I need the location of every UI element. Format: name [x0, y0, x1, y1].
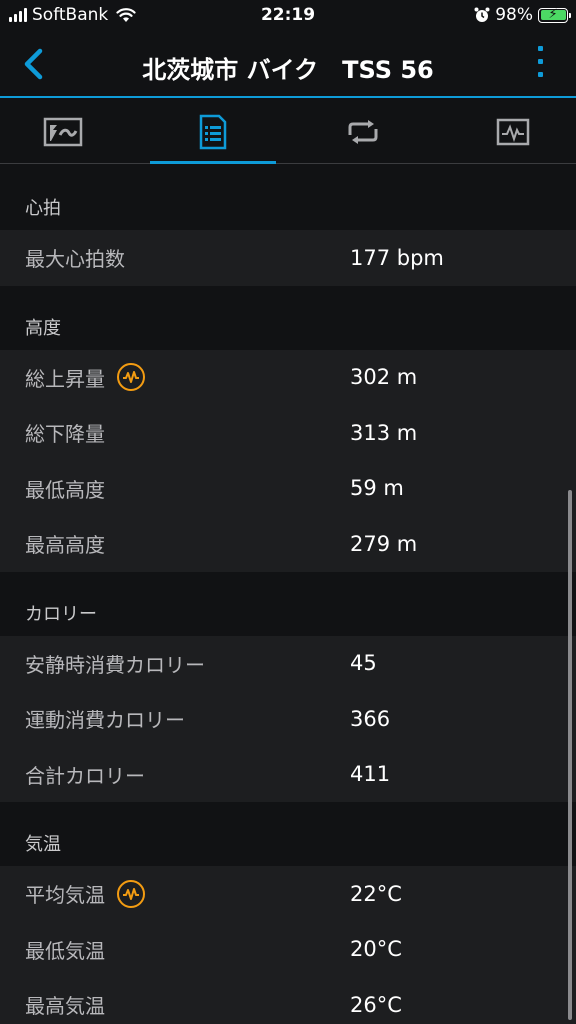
section-heading-heart-rate: 心拍	[0, 165, 576, 230]
list-item: 総上昇量 302 m	[0, 350, 576, 406]
section-rows-calories: 安静時消費カロリー 45 運動消費カロリー 366 合計カロリー 411	[0, 635, 576, 803]
detail-list[interactable]: 心拍 最大心拍数 177 bpm 高度 総上昇量 302 m 総下降量 313 …	[0, 165, 576, 1024]
chart-badge-icon[interactable]	[117, 363, 145, 392]
row-label: 最低気温	[25, 938, 105, 963]
section-rows-elevation: 総上昇量 302 m 総下降量 313 m 最低高度 59 m 最高高度 279…	[0, 349, 576, 572]
row-value: 20°C	[350, 937, 402, 962]
list-item: 安静時消費カロリー 45	[0, 636, 576, 692]
status-bar: SoftBank 22:19 98% ⚡	[0, 0, 576, 32]
row-label: 平均気温	[25, 883, 105, 908]
row-value: 366	[350, 706, 391, 731]
row-label-group: 平均気温	[25, 879, 145, 908]
row-label: 総上昇量	[25, 366, 105, 391]
scrollbar[interactable]	[568, 490, 572, 1020]
row-value: 313 m	[350, 420, 418, 445]
section-title: 心拍	[25, 198, 61, 219]
list-item: 運動消費カロリー 366	[0, 691, 576, 747]
list-item: 最大心拍数 177 bpm	[0, 230, 576, 286]
row-label: 最低高度	[25, 477, 105, 502]
row-label: 合計カロリー	[25, 763, 145, 788]
list-item: 最低気温 20°C	[0, 922, 576, 978]
row-label: 最高気温	[25, 994, 105, 1019]
row-value: 26°C	[350, 992, 402, 1017]
row-value: 279 m	[350, 531, 418, 556]
tab-bar	[0, 100, 576, 164]
section-heading-calories: カロリー	[0, 572, 576, 636]
row-value: 177 bpm	[350, 245, 444, 270]
list-item: 最高気温 26°C	[0, 977, 576, 1024]
list-item: 最低高度 59 m	[0, 461, 576, 517]
section-title: カロリー	[25, 603, 97, 625]
tab-laps[interactable]	[300, 100, 426, 163]
row-value: 22°C	[350, 881, 402, 906]
section-heading-elevation: 高度	[0, 286, 576, 350]
section-rows-temperature: 平均気温 22°C 最低気温 20°C 最高気温 26°C	[0, 866, 576, 1024]
alarm-icon	[474, 7, 490, 22]
map-summary-icon	[43, 117, 83, 146]
loop-arrows-icon	[348, 119, 378, 144]
more-dot	[537, 46, 543, 51]
section-rows-heart-rate: 最大心拍数 177 bpm	[0, 230, 576, 286]
status-right: 98% ⚡	[474, 5, 571, 25]
pulse-chart-icon	[496, 118, 530, 145]
tab-summary[interactable]	[0, 100, 126, 163]
tab-details[interactable]	[150, 100, 276, 164]
list-item: 合計カロリー 411	[0, 747, 576, 803]
row-value: 59 m	[350, 476, 404, 501]
chart-badge-icon[interactable]	[117, 879, 145, 908]
document-list-icon	[199, 114, 227, 149]
section-title: 気温	[25, 834, 61, 855]
nav-bar: 北茨城市 バイク TSS 56	[0, 32, 576, 98]
row-value: 302 m	[350, 365, 418, 390]
row-label: 最大心拍数	[25, 247, 125, 272]
row-value: 45	[350, 651, 377, 676]
row-value: 411	[350, 762, 391, 787]
row-label: 運動消費カロリー	[25, 708, 185, 733]
page-title: 北茨城市 バイク TSS 56	[142, 56, 434, 84]
more-dot	[537, 59, 543, 64]
battery-percent: 98%	[495, 5, 533, 25]
section-title: 高度	[25, 317, 61, 339]
row-label: 最高高度	[25, 533, 105, 558]
list-item: 総下降量 313 m	[0, 405, 576, 461]
row-label-group: 総上昇量	[25, 363, 145, 392]
more-button[interactable]	[534, 46, 546, 84]
list-item: 最高高度 279 m	[0, 516, 576, 572]
tab-charts[interactable]	[450, 100, 576, 163]
list-item: 平均気温 22°C	[0, 866, 576, 922]
row-label: 総下降量	[25, 422, 105, 447]
more-dot	[537, 72, 543, 77]
section-heading-temperature: 気温	[0, 802, 576, 866]
row-label: 安静時消費カロリー	[25, 652, 205, 677]
battery-icon: ⚡	[538, 7, 571, 23]
